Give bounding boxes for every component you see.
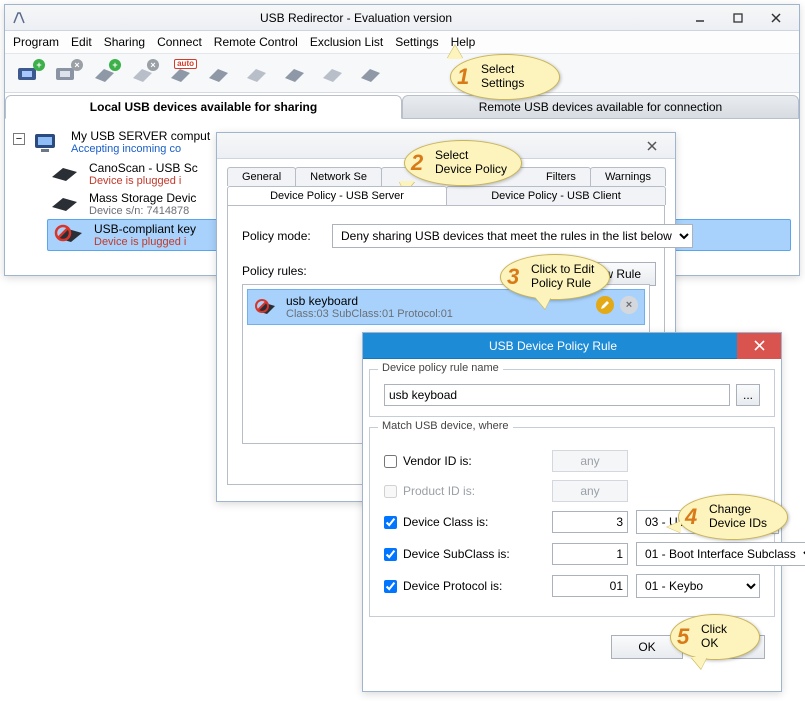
callout-text: Change Device IDs — [709, 503, 767, 531]
device-protocol-input[interactable] — [552, 575, 628, 597]
plug-action2-button[interactable] — [239, 57, 275, 89]
menu-sharing[interactable]: Sharing — [104, 35, 145, 49]
policy-mode-label: Policy mode: — [242, 229, 322, 243]
menu-exclusion[interactable]: Exclusion List — [310, 35, 383, 49]
tab-policy-client[interactable]: Device Policy - USB Client — [446, 186, 666, 205]
device-status: Device is plugged i — [89, 175, 198, 187]
menu-edit[interactable]: Edit — [71, 35, 92, 49]
vendor-id-check[interactable]: Vendor ID is: — [384, 454, 544, 468]
device-class-input[interactable] — [552, 511, 628, 533]
callout-3: 3 Click to Edit Policy Rule — [500, 254, 610, 300]
device-name: CanoScan - USB Sc — [89, 161, 198, 175]
callout-text: Click OK — [701, 623, 727, 651]
share-device-button[interactable]: + — [11, 57, 47, 89]
rule-blocked-icon — [254, 298, 278, 316]
rule-name: usb keyboard — [286, 294, 453, 308]
device-name: Mass Storage Devic — [89, 191, 196, 205]
maximize-button[interactable] — [719, 8, 757, 28]
main-toolbar: + × + × auto — [5, 54, 799, 93]
device-class-label: Device Class is: — [403, 515, 488, 529]
callout-1: 1 Select Settings — [450, 54, 560, 100]
menu-settings[interactable]: Settings — [395, 35, 438, 49]
disconnect-plug-button[interactable]: × — [125, 57, 161, 89]
close-button[interactable] — [757, 8, 795, 28]
rule-name-input[interactable] — [384, 384, 730, 406]
policy-mode-select[interactable]: Deny sharing USB devices that meet the r… — [332, 224, 693, 248]
device-subclass-label: Device SubClass is: — [403, 547, 510, 561]
device-status: Device is plugged i — [94, 236, 196, 248]
callout-number: 1 — [457, 64, 469, 90]
tab-remote[interactable]: Remote USB devices available for connect… — [402, 95, 799, 119]
usb-plug-icon — [47, 191, 83, 215]
tab-general[interactable]: General — [227, 167, 296, 186]
root-sub: Accepting incoming co — [71, 143, 210, 155]
rule-name-group: Device policy rule name ... — [369, 369, 775, 417]
autoconnect-button[interactable]: auto — [163, 57, 199, 89]
edit-rule-button[interactable] — [596, 296, 614, 314]
device-protocol-check[interactable]: Device Protocol is: — [384, 579, 544, 593]
device-subclass-check[interactable]: Device SubClass is: — [384, 547, 544, 561]
device-protocol-label: Device Protocol is: — [403, 579, 502, 593]
vendor-id-label: Vendor ID is: — [403, 454, 472, 468]
product-id-check: Product ID is: — [384, 484, 544, 498]
browse-button[interactable]: ... — [736, 384, 760, 406]
callout-number: 5 — [677, 624, 689, 650]
plug-action4-button[interactable] — [315, 57, 351, 89]
callout-text: Select Device Policy — [435, 149, 507, 177]
rule-titlebar: USB Device Policy Rule — [363, 333, 781, 359]
callout-text: Select Settings — [481, 63, 524, 91]
plug-action3-button[interactable] — [277, 57, 313, 89]
collapse-icon[interactable]: − — [13, 133, 25, 145]
callout-text: Click to Edit Policy Rule — [531, 263, 594, 291]
policy-rules-label: Policy rules: — [242, 264, 322, 278]
menu-connect[interactable]: Connect — [157, 35, 202, 49]
plug-action5-button[interactable] — [353, 57, 389, 89]
main-tabs: Local USB devices available for sharing … — [5, 93, 799, 119]
main-title: USB Redirector - Evaluation version — [31, 11, 681, 25]
device-subclass-input[interactable] — [552, 543, 628, 565]
main-titlebar: USB Redirector - Evaluation version — [5, 5, 799, 31]
root-name: My USB SERVER comput — [71, 129, 210, 143]
unshare-device-button[interactable]: × — [49, 57, 85, 89]
device-status: Device s/n: 7414878 — [89, 205, 196, 217]
rule-detail: Class:03 SubClass:01 Protocol:01 — [286, 308, 453, 320]
rule-name-group-label: Device policy rule name — [378, 362, 503, 374]
match-group-label: Match USB device, where — [378, 420, 513, 432]
vendor-id-any: any — [552, 450, 628, 472]
tab-policy-server[interactable]: Device Policy - USB Server — [227, 186, 447, 205]
device-protocol-select[interactable]: 01 - Keybo — [636, 574, 760, 598]
computer-icon — [31, 129, 65, 157]
device-name: USB-compliant key — [94, 222, 196, 236]
rule-close-button[interactable] — [737, 333, 781, 359]
menu-remote[interactable]: Remote Control — [214, 35, 298, 49]
plug-action-button[interactable] — [201, 57, 237, 89]
app-icon — [11, 10, 27, 26]
callout-number: 2 — [411, 150, 423, 176]
product-id-any: any — [552, 480, 628, 502]
settings-close-button[interactable] — [633, 136, 671, 156]
callout-2: 2 Select Device Policy — [404, 140, 522, 186]
minimize-button[interactable] — [681, 8, 719, 28]
usb-plug-blocked-icon — [52, 222, 88, 246]
rule-title: USB Device Policy Rule — [369, 339, 737, 353]
device-subclass-select[interactable]: 01 - Boot Interface Subclass — [636, 542, 805, 566]
product-id-label: Product ID is: — [403, 484, 475, 498]
tab-local[interactable]: Local USB devices available for sharing — [5, 95, 402, 119]
callout-4: 4 Change Device IDs — [678, 494, 788, 540]
menu-program[interactable]: Program — [13, 35, 59, 49]
main-menubar: Program Edit Sharing Connect Remote Cont… — [5, 31, 799, 54]
connect-plug-button[interactable]: + — [87, 57, 123, 89]
callout-5: 5 Click OK — [670, 614, 760, 660]
device-class-check[interactable]: Device Class is: — [384, 515, 544, 529]
usb-plug-icon — [47, 161, 83, 185]
callout-number: 3 — [507, 264, 519, 290]
tab-warnings[interactable]: Warnings — [590, 167, 666, 186]
callout-number: 4 — [685, 504, 697, 530]
delete-rule-button[interactable]: × — [620, 296, 638, 314]
tab-network[interactable]: Network Se — [295, 167, 382, 186]
